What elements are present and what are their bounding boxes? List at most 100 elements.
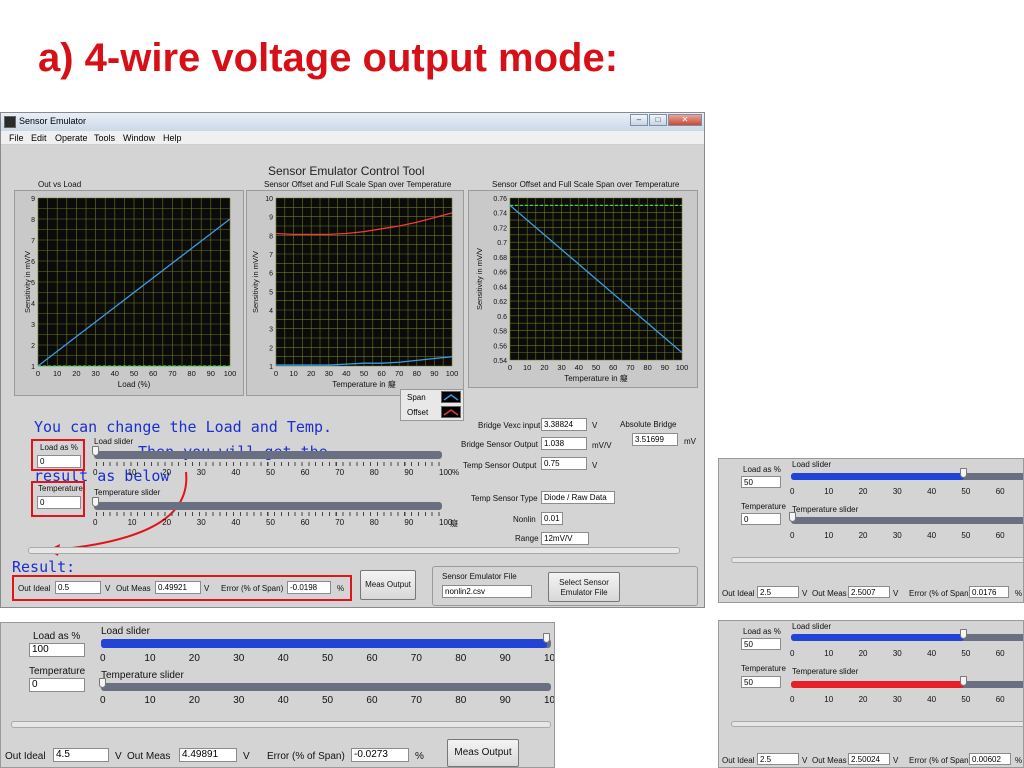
snipB-meas-output-button[interactable]: Meas Output [447,739,519,767]
chart3-xtick: 40 [575,363,583,372]
select-file-button[interactable]: Select Sensor Emulator File [548,572,620,602]
file-label: Sensor Emulator File [442,572,517,581]
scale-label: 100 [544,695,555,706]
snipA-scrollbar[interactable] [731,557,1023,563]
chart3-ytick: 0.66 [493,270,507,277]
temp-slider-thumb[interactable] [92,497,99,507]
chart1-xtick: 90 [207,369,215,378]
meas-output-button[interactable]: Meas Output [360,570,416,600]
snipA-pct: % [1015,589,1023,598]
chart1-ylabel: Sensitivity in mV/V [23,251,32,313]
scale-label: 20 [858,531,868,540]
close-icon[interactable]: ✕ [668,114,702,126]
snipA-temp-scale: 010203040506070 [790,531,1023,541]
chart3-ytick: 0.58 [493,329,507,336]
scale-label: 60 [995,649,1005,658]
scale-label: 10 [127,518,137,527]
snipB-temp-thumb[interactable] [99,678,106,688]
snipC-meas-label: Out Meas [812,756,847,765]
scale-label: 40 [927,531,937,540]
scale-label: 20 [858,695,868,704]
file-value[interactable]: nonlin2.csv [442,585,532,598]
scale-label: 0 [790,649,795,658]
error-label: Error (% of Span) [221,584,284,593]
bridge-vexc-value: 3.38824 [541,418,587,431]
chart3-ytick: 0.64 [493,284,507,291]
snipC-err-value: 0.00602 [969,753,1011,765]
snipA-temp-track[interactable] [791,517,1023,524]
snipA-temp-thumb[interactable] [789,512,796,522]
snipB-load-scale: 0 10 20 30 40 50 60 70 80 90 100 [100,653,554,665]
temp-input[interactable]: 0 [37,496,81,509]
chart3-xtick: 30 [557,363,565,372]
snipC-ideal-value: 2.5 [757,753,799,765]
scale-label: 20 [858,649,868,658]
menu-edit[interactable]: Edit [31,133,47,143]
minimize-icon[interactable]: – [630,114,648,126]
snipC-scrollbar[interactable] [731,721,1023,727]
chart1-xtick: 40 [111,369,119,378]
chart2-xtick: 100 [446,369,459,378]
snipC-temp-label: Temperature [741,664,786,673]
load-slider-track[interactable] [94,451,442,459]
snipB-scrollbar[interactable] [11,721,551,728]
abs-bridge-value: 3.51699 [632,433,678,446]
snipB-err-label: Error (% of Span) [267,751,345,762]
menu-help[interactable]: Help [163,133,182,143]
snipC-temp-thumb[interactable] [960,676,968,686]
chart3-ytick: 0.74 [493,211,507,218]
scale-label: 0 [93,468,98,477]
snipA-temp-label: Temperature [741,502,786,511]
load-slider-thumb[interactable] [92,446,99,456]
snipA-load-scale: 010203040506070 [790,487,1023,497]
chart-offset-span-2: 0 10 20 30 40 50 60 70 80 90 100 0.54 0.56 0.58 0.6 0.6… [475,196,688,383]
bridge-vexc-unit: V [592,421,598,430]
snipC-pct: % [1015,756,1023,765]
snipB-load-label: Load as % [33,631,81,642]
chart1-xtick: 50 [130,369,138,378]
snipC-load-thumb[interactable] [960,629,968,639]
menu-window[interactable]: Window [123,133,155,143]
snippet-load-50: Load as % 50 Load slider 010203040506070… [718,458,1024,603]
snipB-v2: V [243,751,250,762]
menu-file[interactable]: File [9,133,24,143]
snipC-load-slider-label: Load slider [792,622,832,631]
menu-tools[interactable]: Tools [94,133,115,143]
chart1-ytick: 9 [31,196,35,203]
bridge-vexc-label: Bridge Vexc input [478,421,541,430]
scale-label: 70 [410,695,422,706]
snipB-load-input[interactable]: 100 [29,643,85,657]
load-scale-ticks [96,462,442,466]
snipB-temp-scale: 0 10 20 30 40 50 60 70 80 90 100 [100,695,554,707]
scale-label: 100 [544,653,555,664]
range-value: 12mV/V [541,532,589,545]
snipA-load-thumb[interactable] [960,468,968,478]
snipB-temp-track[interactable] [101,683,551,691]
chart1-xlabel: Load (%) [118,380,151,389]
chart2-title: Sensor Offset and Full Scale Span over T… [264,180,452,189]
window-controls: – □ ✕ [629,114,702,126]
snipC-load-scale: 010203040506070 [790,649,1023,659]
snipA-temp-input[interactable]: 0 [741,513,781,525]
menu-operate[interactable]: Operate [55,133,88,143]
snipB-load-thumb[interactable] [543,633,550,643]
chart3-xtick: 0 [508,363,512,372]
maximize-icon[interactable]: □ [649,114,667,126]
scale-label: 60 [366,653,378,664]
horizontal-scrollbar[interactable] [28,547,680,554]
snipA-load-fill [791,473,965,480]
snipA-load-input[interactable]: 50 [741,476,781,488]
load-input[interactable]: 0 [37,455,81,468]
temp-slider-track[interactable] [94,502,442,510]
chart2-xlabel: Temperature in 癡 [332,379,396,389]
out-ideal-value: 0.5 [55,581,101,594]
bridge-temp-unit: V [592,461,598,470]
scale-label: 70 [335,518,345,527]
snipC-temp-input[interactable]: 50 [741,676,781,688]
out-ideal-unit: V [105,584,111,593]
chart2-xtick: 20 [307,369,315,378]
snipC-load-input[interactable]: 50 [741,638,781,650]
temp-sensor-type-value[interactable]: Diode / Raw Data [541,491,615,504]
snipB-temp-input[interactable]: 0 [29,678,85,692]
scale-label: 60 [995,531,1005,540]
